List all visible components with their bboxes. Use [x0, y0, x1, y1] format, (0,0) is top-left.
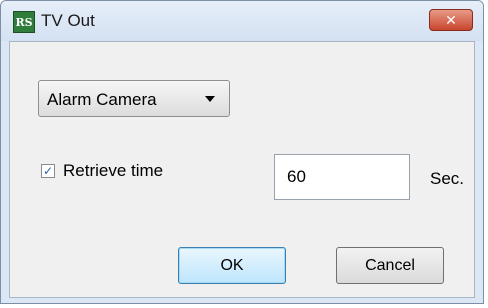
title-bar[interactable]: RS TV Out ✕	[1, 1, 483, 41]
window-title: TV Out	[41, 11, 95, 30]
dropdown-selected-value: Alarm Camera	[47, 90, 157, 109]
retrieve-time-input[interactable]	[274, 154, 410, 200]
retrieve-time-label[interactable]: Retrieve time	[63, 161, 163, 181]
app-logo-icon: RS	[13, 11, 35, 33]
ok-button[interactable]: OK	[178, 247, 286, 284]
close-button[interactable]: ✕	[429, 9, 473, 31]
close-icon: ✕	[445, 11, 457, 28]
time-unit-label: Sec.	[430, 169, 465, 188]
cancel-button[interactable]: Cancel	[336, 247, 444, 284]
app-logo-text: RS	[15, 15, 33, 29]
chevron-down-icon	[205, 96, 215, 102]
tv-out-dialog: RS TV Out ✕ Alarm Camera ✓ Retrieve time…	[0, 0, 484, 304]
camera-mode-dropdown[interactable]: Alarm Camera	[38, 80, 230, 117]
checkmark-icon: ✓	[42, 164, 54, 178]
dialog-body: Alarm Camera ✓ Retrieve time Sec. OK Can…	[9, 41, 475, 298]
retrieve-time-checkbox[interactable]: ✓	[41, 164, 55, 178]
